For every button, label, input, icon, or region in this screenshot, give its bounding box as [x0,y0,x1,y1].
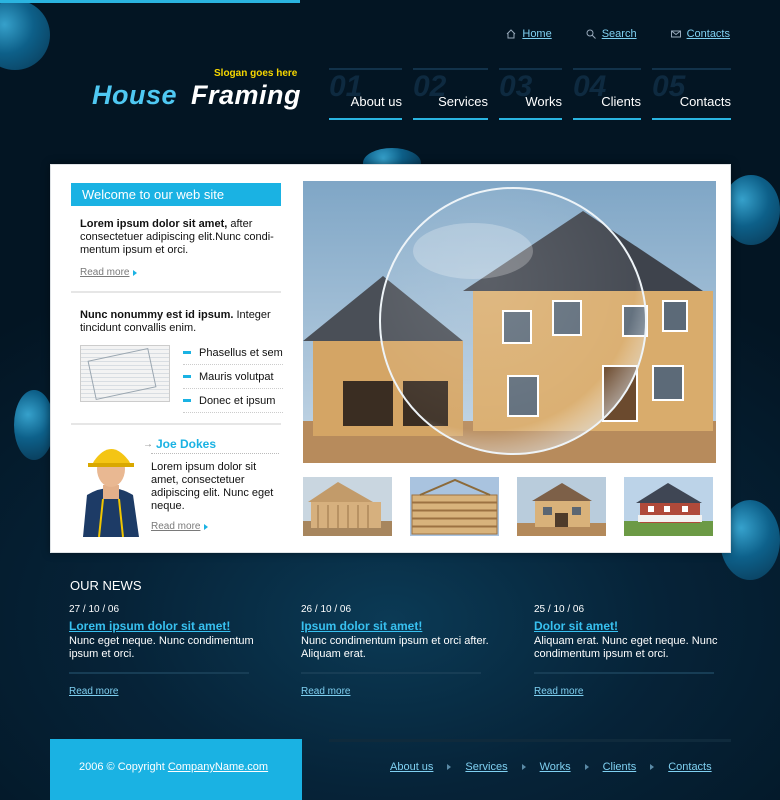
arrow-right-icon [650,764,655,770]
dotted-divider [151,453,279,454]
arrow-right-icon [133,269,138,276]
news-body: Nunc eget neque. Nunc condimentum ipsum … [69,635,254,660]
section2-bold: Nunc nonummy est id ipsum. [80,309,234,321]
news-read-more-link[interactable]: Read more [534,686,583,697]
left-column: Welcome to our web site Lorem ipsum dolo… [51,165,296,552]
decor-bubble [14,390,54,460]
news-divider [301,672,481,674]
news-headline-link[interactable]: Ipsum dolor sit amet! [301,619,501,633]
news-item: 25 / 10 / 06 Dolor sit amet! Aliquam era… [534,604,734,699]
worker-photo [73,433,148,537]
footer-link-services[interactable]: Services [465,761,507,773]
news-item: 27 / 10 / 06 Lorem ipsum dolor sit amet!… [69,604,269,699]
news-divider [534,672,714,674]
search-icon [586,29,596,39]
site-logo[interactable]: House Framing [92,80,301,111]
footer-nav: About us Services Works Clients Contacts [390,761,712,773]
read-more-label: Read more [151,521,201,532]
news-body: Nunc condimentum ipsum et orci after. Al… [301,635,489,660]
top-link-label: Home [522,28,552,40]
section2-text: Nunc nonummy est id ipsum. Integer tinci… [80,309,285,335]
thumbnail[interactable] [410,477,499,536]
thumbnail[interactable] [303,477,392,536]
content-panel: Welcome to our web site Lorem ipsum dolo… [50,164,731,553]
footer-link-about[interactable]: About us [390,761,433,773]
nav-label: Clients [601,94,641,109]
logo-part2: Framing [191,80,302,110]
blueprint-image [80,345,170,402]
bullet-label: Phasellus et sem [199,346,283,359]
nav-label: Services [438,94,488,109]
hero-house-image [303,181,716,463]
decor-bubble [0,0,50,70]
bullet-label: Donec et ipsum [199,394,276,407]
read-more-link-person[interactable]: Read more [151,521,209,532]
bullet-list: Phasellus et sem Mauris volutpat Donec e… [183,341,283,413]
intro-bold: Lorem ipsum dolor sit amet, [80,218,228,230]
arrow-right-icon [204,523,209,530]
dash-icon [183,375,191,378]
thumbnail[interactable] [517,477,606,536]
footer-link-works[interactable]: Works [540,761,571,773]
arrow-right-icon [521,764,526,770]
news-item: 26 / 10 / 06 Ipsum dolor sit amet! Nunc … [301,604,501,699]
news-date: 26 / 10 / 06 [301,604,352,615]
news-read-more-link[interactable]: Read more [69,686,118,697]
main-nav: 01 About us 02 Services 03 Works 04 Clie… [329,68,731,120]
top-links: Home Search Contacts [506,28,730,40]
nav-item-contacts[interactable]: 05 Contacts [652,68,731,120]
person-name[interactable]: Joe Dokes [143,437,216,451]
top-link-home[interactable]: Home [506,28,552,40]
bullet-label: Mauris volutpat [199,370,274,383]
news-divider [69,672,249,674]
news-headline-link[interactable]: Dolor sit amet! [534,619,734,633]
copyright-prefix: 2006 © Copyright [79,761,165,773]
nav-label: Contacts [679,94,731,109]
footer-copyright-box: 2006 © Copyright CompanyName.com [50,739,302,800]
footer-link-contacts[interactable]: Contacts [668,761,711,773]
welcome-title: Welcome to our web site [71,183,281,206]
nav-item-works[interactable]: 03 Works [499,68,562,120]
envelope-icon [670,30,681,38]
top-link-search[interactable]: Search [586,28,637,40]
nav-item-clients[interactable]: 04 Clients [573,68,641,120]
news-section-title: OUR NEWS [70,578,142,593]
top-accent-bar [0,0,300,3]
thumbnail-strip [303,477,713,536]
dash-icon [183,351,191,354]
arrow-right-icon [584,764,589,770]
dash-icon [183,399,191,402]
nav-label: About us [350,94,402,109]
read-more-label: Read more [80,267,130,278]
bullet-item: Mauris volutpat [183,365,283,389]
home-icon [507,29,516,39]
top-link-label: Search [601,28,637,40]
divider [71,291,281,293]
news-headline-link[interactable]: Lorem ipsum dolor sit amet! [69,619,269,633]
logo-part1: House [92,80,178,110]
welcome-intro: Lorem ipsum dolor sit amet, after consec… [80,218,280,257]
news-body: Aliquam erat. Nunc eget neque. Nunc cond… [534,635,718,660]
read-more-link-intro[interactable]: Read more [80,267,138,278]
slogan: Slogan goes here [214,68,298,79]
nav-item-about[interactable]: 01 About us [329,68,402,120]
company-link[interactable]: CompanyName.com [168,761,268,773]
person-text: Lorem ipsum dolor sit amet, consectetuer… [151,461,274,512]
thumbnail[interactable] [624,477,713,536]
news-date: 27 / 10 / 06 [69,604,120,615]
top-link-label: Contacts [686,28,730,40]
nav-label: Works [525,94,562,109]
top-link-contacts[interactable]: Contacts [670,28,730,40]
news-date: 25 / 10 / 06 [534,604,585,615]
nav-item-services[interactable]: 02 Services [413,68,488,120]
footer-link-clients[interactable]: Clients [603,761,637,773]
arrow-right-icon [447,764,452,770]
bullet-item: Phasellus et sem [183,341,283,365]
footer-divider [329,739,731,742]
divider [71,423,281,425]
news-read-more-link[interactable]: Read more [301,686,350,697]
copyright-text: 2006 © Copyright CompanyName.com [79,761,268,773]
bullet-item: Donec et ipsum [183,389,283,413]
